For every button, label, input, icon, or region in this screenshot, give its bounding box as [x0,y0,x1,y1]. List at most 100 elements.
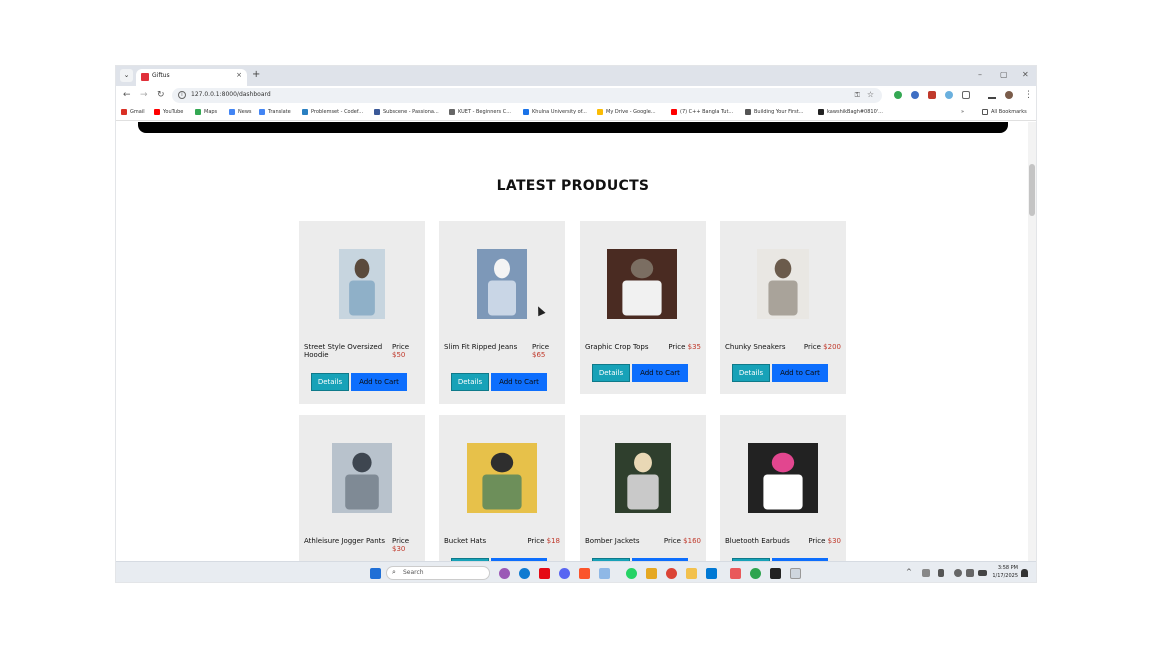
add-to-cart-button[interactable]: Add to Cart [351,373,407,391]
edge-icon[interactable] [519,568,530,579]
bucket-hat-photo[interactable] [467,443,537,513]
bookmark-item[interactable]: Subscene - Passiona... [374,109,439,115]
bookmarks-overflow-icon[interactable]: » [961,109,964,115]
minimize-icon[interactable]: – [978,70,982,79]
gmail-app-icon[interactable] [730,568,741,579]
details-button[interactable]: Details [311,373,349,391]
product-name: Bomber Jackets [585,537,640,545]
bookmark-item[interactable]: Translate [259,109,291,115]
forward-icon[interactable]: → [140,90,148,100]
window-close-icon[interactable]: ✕ [1022,70,1029,79]
clock-time[interactable]: 3:58 PM [998,565,1018,571]
product-card: Bomber JacketsPrice $160DetailsAdd to Ca… [580,415,706,561]
tab-giftus[interactable]: Giftus × [136,69,247,86]
netflix-icon[interactable] [539,568,550,579]
earbuds-photo[interactable] [748,443,818,513]
brave-icon[interactable] [579,568,590,579]
browser-window: ⌄ Giftus × + – ▢ ✕ ← → ↻ i 127.0.0.1:800… [115,65,1037,583]
menu-dots-icon[interactable]: ⋮ [1024,90,1033,100]
key-icon[interactable]: ⚿ [855,91,860,100]
volume-icon[interactable] [966,569,974,577]
search-icon: ⌕ [392,568,396,576]
bookmark-favicon-icon [229,109,235,115]
add-to-cart-button[interactable]: Add to Cart [491,373,547,391]
bookmark-item[interactable]: (7) C++ Bangla Tut... [671,109,733,115]
bookmark-item[interactable]: Problemset - Codef... [302,109,363,115]
bookmark-item[interactable]: Gmail [121,109,145,115]
product-name: Graphic Crop Tops [585,343,649,351]
sneakers-photo[interactable] [757,249,809,319]
price-label: Price [803,343,821,351]
details-button[interactable]: Details [592,364,630,382]
active-app-icon[interactable] [790,568,801,579]
bookmark-star-icon[interactable]: ☆ [867,90,874,99]
download-icon[interactable] [988,91,996,99]
extension-blue-icon[interactable] [911,91,919,99]
back-icon[interactable]: ← [123,90,131,100]
discord-icon[interactable] [559,568,570,579]
product-card: Chunky Sneakers Price $200 Details Add to C… [720,221,846,394]
outlook-icon[interactable] [706,568,717,579]
jogger-photo[interactable] [332,443,392,513]
start-icon[interactable] [370,568,381,579]
bookmark-item[interactable]: kawshikBagh#0810'... [818,109,883,115]
wifi-icon[interactable] [954,569,962,577]
site-info-icon[interactable]: i [178,91,186,99]
price-label: Price [668,343,686,351]
chrome-profile-icon[interactable] [750,568,761,579]
bookmark-label: Building Your First... [754,109,804,115]
whatsapp-icon[interactable] [626,568,637,579]
extension-cloud-icon[interactable] [945,91,953,99]
bookmark-item[interactable]: KUET - Beginners C... [449,109,511,115]
product-price: Price $18 [527,537,560,545]
bomber-photo[interactable] [615,443,671,513]
tray-app-icon[interactable] [922,569,930,577]
address-bar[interactable]: i 127.0.0.1:8000/dashboard ⚿ ☆ [172,88,882,103]
clock-date[interactable]: 1/17/2025 [992,573,1018,579]
terminal-icon[interactable] [770,568,781,579]
bookmark-item[interactable]: My Drive - Google... [597,109,656,115]
extension-shield-icon[interactable] [928,91,936,99]
bookmark-item[interactable]: Building Your First... [745,109,803,115]
tab-search-icon[interactable]: ⌄ [120,69,133,82]
tab-close-icon[interactable]: × [236,71,242,79]
battery-icon[interactable] [978,570,987,576]
bookmark-item[interactable]: News [229,109,252,115]
bookmark-item[interactable]: Khulna University of... [523,109,587,115]
photos-icon[interactable] [599,568,610,579]
bookmark-item[interactable]: Maps [195,109,217,115]
mic-icon[interactable] [938,569,944,577]
store-icon[interactable] [646,568,657,579]
scroll-thumb[interactable] [1029,164,1035,216]
bookmark-item[interactable]: YouTube [154,109,183,115]
extensions-puzzle-icon[interactable] [962,91,970,99]
product-price: Price $200 [804,343,841,351]
hoodie-photo[interactable] [339,249,385,319]
extension-green-icon[interactable] [894,91,902,99]
bookmark-favicon-icon [523,109,529,115]
new-tab-button[interactable]: + [252,69,260,81]
reload-icon[interactable]: ↻ [157,90,165,100]
all-bookmarks[interactable]: All Bookmarks [982,109,1027,115]
jeans-photo[interactable] [477,249,527,319]
add-to-cart-button[interactable]: Add to Cart [632,364,688,382]
product-name: Bucket Hats [444,537,487,545]
taskbar-search[interactable]: ⌕ Search [386,566,490,580]
notification-bell-icon[interactable] [1021,569,1028,577]
product-card: Athleisure Jogger PantsPrice$30DetailsAd… [299,415,425,561]
details-button[interactable]: Details [451,373,489,391]
maximize-icon[interactable]: ▢ [1000,70,1008,79]
avatar[interactable] [1005,91,1013,99]
crop-top-photo[interactable] [607,249,677,319]
product-price: Price $50 [392,343,409,359]
page-scrollbar[interactable] [1028,122,1036,561]
product-card: Graphic Crop Tops Price $35 Details Add to … [580,221,706,394]
file-explorer-icon[interactable] [686,568,697,579]
tray-chevron-icon[interactable]: ^ [906,568,912,576]
bookmark-label: Maps [204,109,218,115]
chrome-icon[interactable] [666,568,677,579]
add-to-cart-button[interactable]: Add to Cart [772,364,828,382]
price-amount: $35 [687,343,701,351]
copilot-icon[interactable] [499,568,510,579]
details-button[interactable]: Details [732,364,770,382]
